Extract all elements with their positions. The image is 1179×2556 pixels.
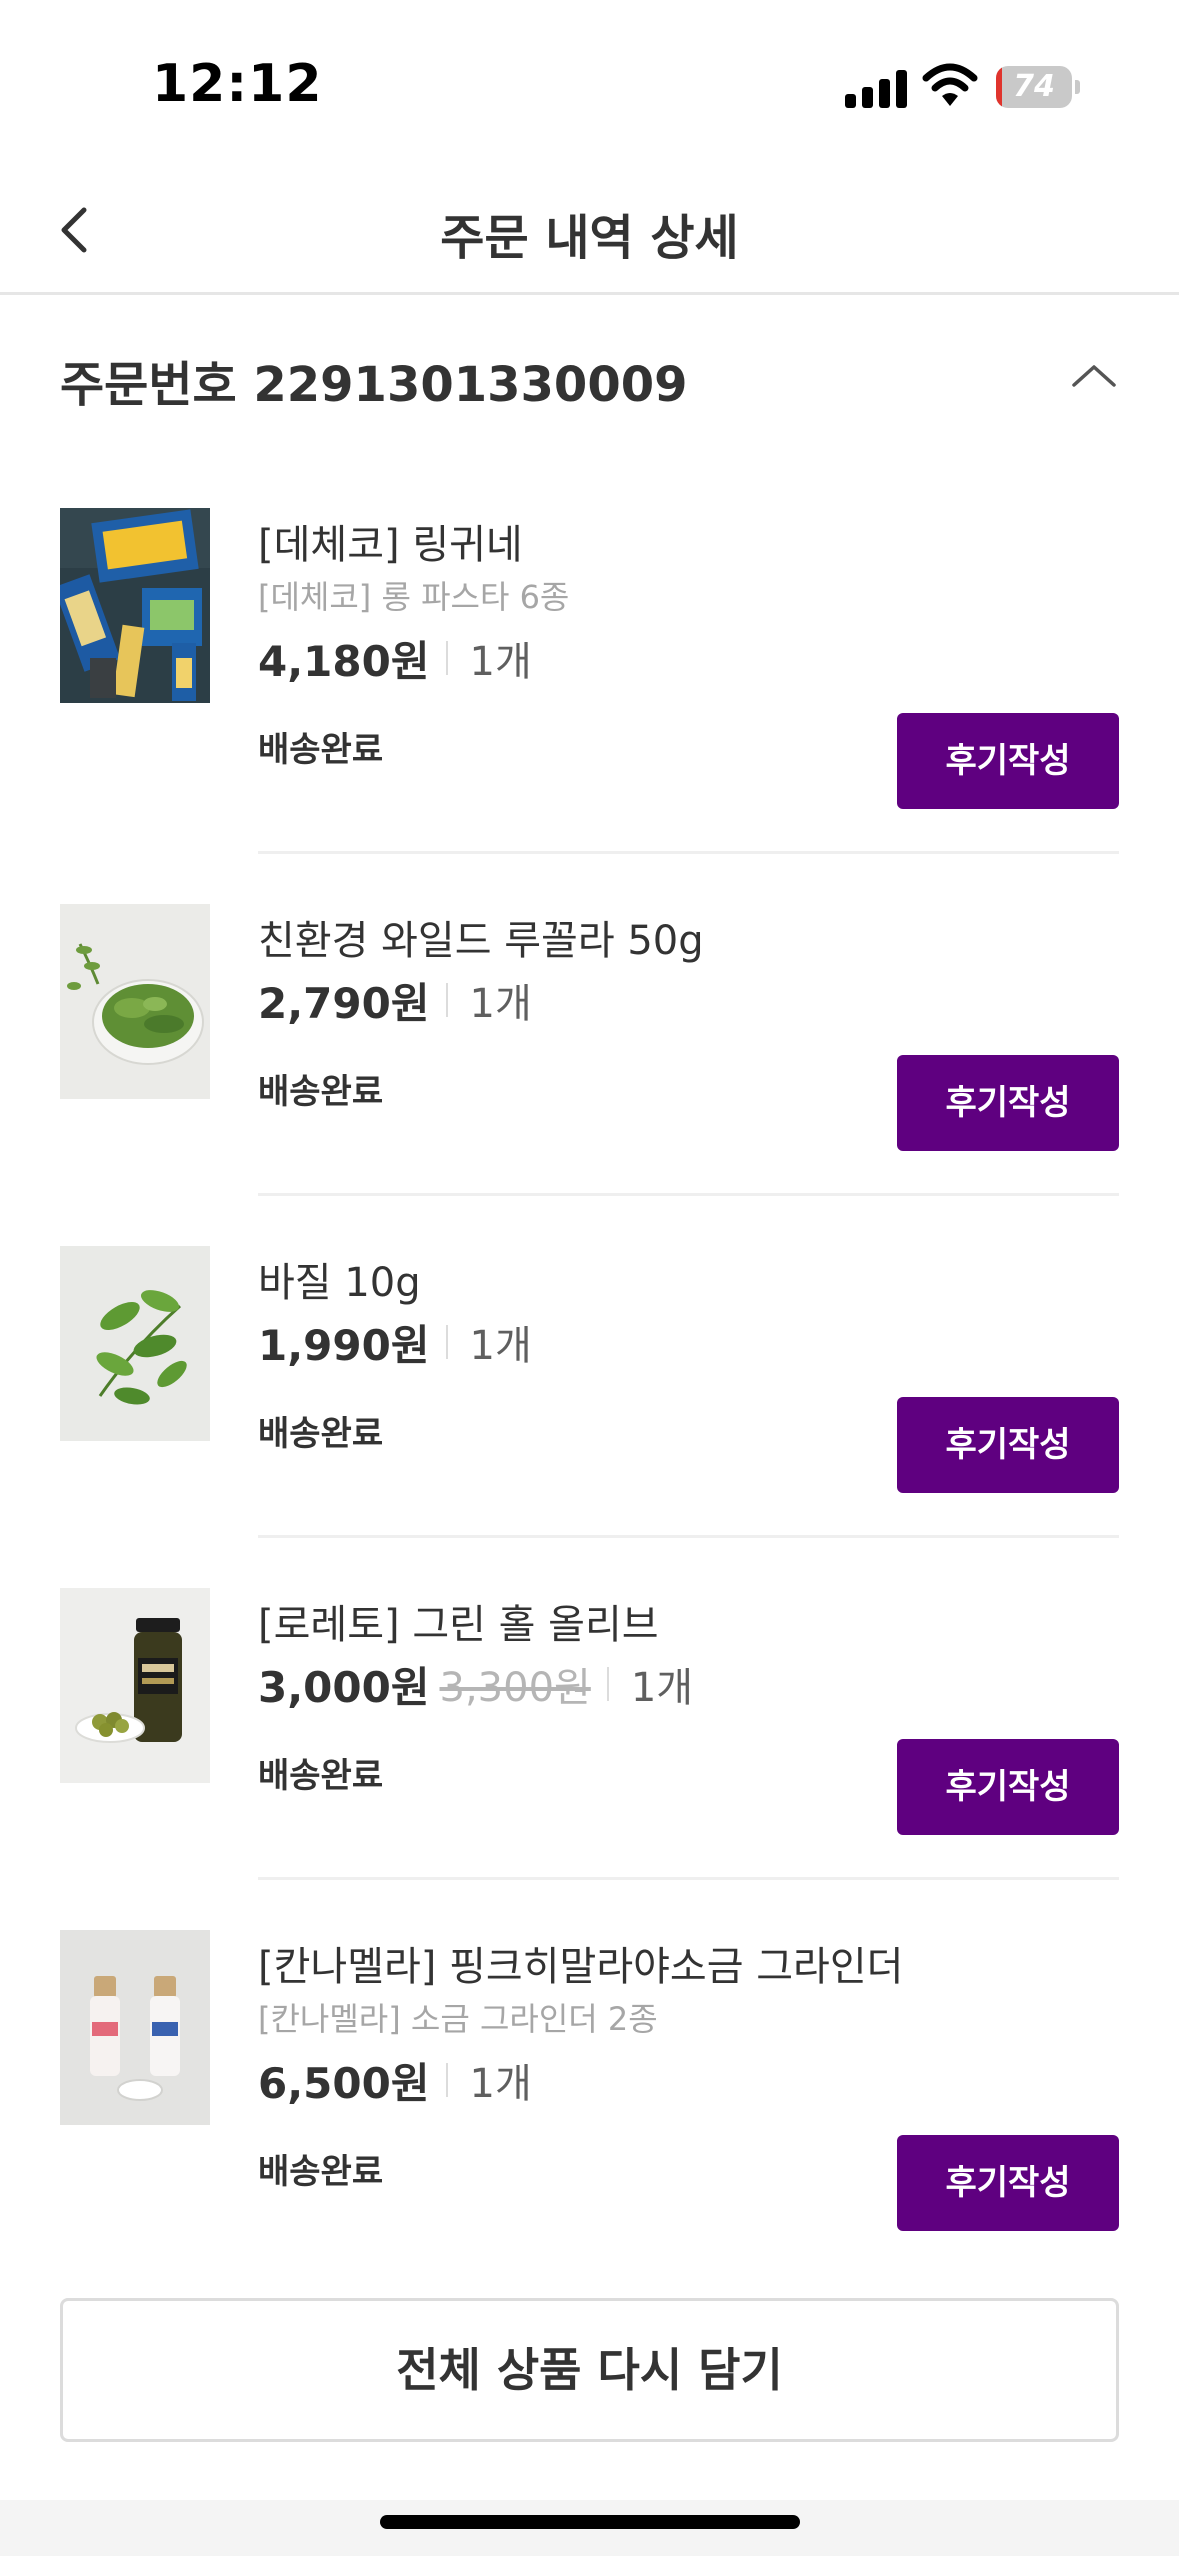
write-review-button[interactable]: 후기작성 [897, 713, 1119, 809]
product-quantity: 1개 [469, 981, 532, 1027]
price-divider [445, 641, 448, 675]
price-row: 2,790원 1개 [258, 972, 532, 1028]
price-divider [445, 983, 448, 1017]
home-indicator[interactable] [380, 2515, 800, 2529]
delivery-status: 배송완료 [258, 730, 384, 770]
product-name[interactable]: [로레토] 그린 홀 올리브 [258, 1592, 659, 1650]
delivery-status: 배송완료 [258, 1756, 384, 1796]
price-row: 1,990원 1개 [258, 1314, 532, 1370]
price-divider [445, 1325, 448, 1359]
delivery-status: 배송완료 [258, 2152, 384, 2192]
item-divider [258, 1535, 1119, 1538]
page-title: 주문 내역 상세 [440, 210, 739, 266]
status-bar: 12:12 74 [0, 0, 1179, 170]
price-divider [606, 1667, 609, 1701]
reorder-all-button[interactable]: 전체 상품 다시 담기 [60, 2298, 1119, 2442]
delivery-status: 배송완료 [258, 1414, 384, 1454]
write-review-button[interactable]: 후기작성 [897, 1055, 1119, 1151]
item-divider [258, 1193, 1119, 1196]
product-quantity: 1개 [469, 639, 532, 685]
product-thumbnail[interactable] [60, 1588, 210, 1783]
price-divider [445, 2063, 448, 2097]
order-header[interactable]: 주문번호 2291301330009 [60, 345, 1120, 415]
product-name[interactable]: [데체코] 링귀네 [258, 512, 523, 570]
product-name[interactable]: 바질 10g [258, 1250, 421, 1308]
product-price: 1,990원 [258, 1320, 430, 1370]
product-quantity: 1개 [469, 1323, 532, 1369]
cellular-signal-icon [845, 68, 907, 108]
product-thumbnail[interactable] [60, 1246, 210, 1441]
product-option: [칸나멜라] 소금 그라인더 2종 [258, 2000, 658, 2038]
product-thumbnail[interactable] [60, 1930, 210, 2125]
price-row: 3,000원 3,300원 1개 [258, 1656, 693, 1712]
product-price: 4,180원 [258, 636, 430, 686]
write-review-button[interactable]: 후기작성 [897, 1397, 1119, 1493]
write-review-button[interactable]: 후기작성 [897, 1739, 1119, 1835]
product-quantity: 1개 [630, 1665, 694, 1711]
product-quantity: 1개 [469, 2061, 532, 2107]
write-review-button[interactable]: 후기작성 [897, 2135, 1119, 2231]
battery-icon: 74 [996, 66, 1080, 108]
price-row: 4,180원 1개 [258, 630, 532, 686]
product-option: [데체코] 롱 파스타 6종 [258, 578, 570, 616]
product-price: 3,000원 [258, 1662, 430, 1712]
item-divider [258, 851, 1119, 854]
battery-level: 74 [1013, 69, 1055, 104]
product-thumbnail[interactable] [60, 508, 210, 703]
original-price: 3,300원 [439, 1665, 591, 1711]
delivery-status: 배송완료 [258, 1072, 384, 1112]
product-price: 2,790원 [258, 978, 430, 1028]
price-row: 6,500원 1개 [258, 2052, 532, 2108]
nav-bar: 주문 내역 상세 [0, 170, 1179, 295]
product-price: 6,500원 [258, 2058, 430, 2108]
product-name[interactable]: [칸나멜라] 핑크히말라야소금 그라인더 [258, 1934, 903, 1992]
order-number: 주문번호 2291301330009 [60, 357, 688, 413]
status-time: 12:12 [152, 54, 323, 114]
product-name[interactable]: 친환경 와일드 루꼴라 50g [258, 908, 704, 966]
product-thumbnail[interactable] [60, 904, 210, 1099]
item-divider [258, 1877, 1119, 1880]
wifi-icon [922, 63, 978, 106]
chevron-up-icon[interactable] [1068, 355, 1120, 395]
